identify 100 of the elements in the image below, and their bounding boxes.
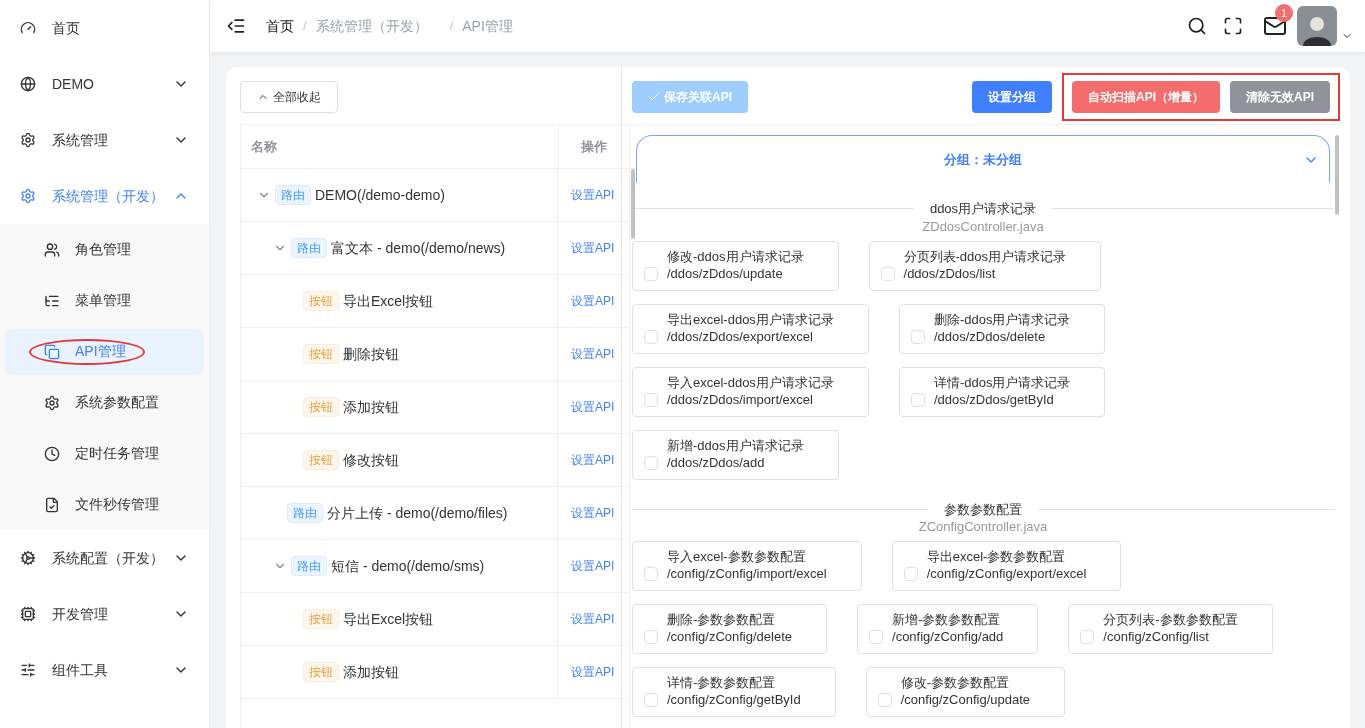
menu-icon[interactable]	[226, 16, 246, 36]
check-icon	[648, 91, 660, 103]
sliders-icon	[20, 662, 36, 678]
api-option[interactable]: 修改-ddos用户请求记录 /ddos/zDdos/update	[632, 240, 839, 291]
collapse-all-button[interactable]: 全部收起	[240, 81, 338, 113]
api-option[interactable]: 导出excel-ddos用户请求记录 /ddos/zDdos/export/excel	[632, 303, 869, 354]
tree-node-label[interactable]: 短信 - demo(/demo/sms)	[331, 555, 485, 577]
sidebar-item[interactable]: 系统管理	[0, 112, 209, 168]
avatar[interactable]	[1297, 6, 1337, 46]
checkbox[interactable]	[1080, 630, 1095, 644]
tree-node-label[interactable]: 导出Excel按钮	[343, 608, 434, 630]
sidebar-item[interactable]: 系统配置（开发）	[0, 530, 209, 586]
checkbox[interactable]	[644, 455, 658, 470]
tree-node-label[interactable]: 分片上传 - demo(/demo/files)	[327, 502, 508, 524]
sidebar-item[interactable]: 角色管理	[5, 226, 204, 273]
search-icon[interactable]	[1187, 16, 1207, 36]
tree-node-label[interactable]: 添加按钮	[343, 396, 399, 418]
sidebar-item[interactable]: DEMO	[0, 56, 209, 112]
api-path: /ddos/zDdos/import/excel	[667, 390, 814, 408]
file-check-icon	[44, 496, 60, 513]
sidebar-item[interactable]: 系统管理（开发）	[0, 168, 209, 224]
api-option[interactable]: 导入excel-参数参数配置 /config/zConfig/import/excel	[632, 541, 862, 591]
tree-node-label[interactable]: 删除按钮	[343, 343, 399, 365]
api-name: 新增-ddos用户请求记录	[667, 436, 804, 454]
api-path: /config/zConfig/export/excel	[926, 565, 1087, 582]
dashboard-icon	[20, 20, 36, 36]
api-path: /ddos/zDdos/update	[667, 264, 784, 282]
api-name: 新增-参数参数配置	[892, 611, 1002, 628]
set-api-link[interactable]: 设置API	[571, 292, 615, 310]
settings-icon	[44, 394, 60, 411]
api-option[interactable]: 分页列表-ddos用户请求记录 /ddos/zDdos/list	[868, 240, 1102, 291]
api-path: /ddos/zDdos/delete	[933, 327, 1047, 345]
sidebar-item[interactable]: 文件秒传管理	[5, 481, 204, 528]
api-option[interactable]: 导入excel-ddos用户请求记录 /ddos/zDdos/import/excel	[632, 366, 869, 417]
type-tag: 按钮	[303, 450, 339, 470]
api-option[interactable]: 详情-ddos用户请求记录 /ddos/zDdos/getById	[898, 366, 1106, 417]
tree-node-label[interactable]: 富文本 - demo(/demo/news)	[331, 237, 506, 259]
checkbox[interactable]	[644, 693, 658, 707]
type-tag: 按钮	[303, 609, 339, 629]
sidebar-item[interactable]: 系统参数配置	[5, 379, 204, 426]
tree-node-label[interactable]: 添加按钮	[343, 661, 399, 683]
action-button[interactable]: 设置分组	[971, 81, 1052, 113]
breadcrumb-separator: /	[303, 17, 307, 36]
checkbox[interactable]	[644, 392, 658, 407]
column-header: 操作	[559, 125, 630, 168]
set-api-link[interactable]: 设置API	[571, 451, 615, 469]
fullscreen-icon[interactable]	[1223, 16, 1243, 36]
copy-icon	[44, 343, 60, 360]
sidebar-item[interactable]: 组件工具	[0, 642, 209, 698]
tree-node-label[interactable]: 导出Excel按钮	[343, 290, 434, 312]
chip-icon	[20, 606, 36, 622]
checkbox[interactable]	[910, 392, 925, 407]
api-option[interactable]: 删除-ddos用户请求记录 /ddos/zDdos/delete	[898, 303, 1106, 354]
breadcrumb-item[interactable]: 首页	[266, 15, 294, 37]
api-option[interactable]: 导出excel-参数参数配置 /config/zConfig/export/excel	[891, 541, 1122, 591]
api-option[interactable]: 新增-参数参数配置 /config/zConfig/add	[857, 604, 1039, 654]
checkbox[interactable]	[644, 266, 658, 281]
set-api-link[interactable]: 设置API	[571, 345, 615, 363]
checkbox[interactable]	[869, 630, 884, 644]
group-panel-header[interactable]: 分组：未分组	[636, 135, 1330, 183]
clock-icon	[44, 445, 60, 462]
group-title: 分组：未分组	[944, 150, 1022, 169]
api-name: 导入excel-参数参数配置	[667, 548, 807, 565]
api-path: /config/zConfig/import/excel	[667, 565, 827, 582]
set-api-link[interactable]: 设置API	[571, 186, 615, 204]
api-option[interactable]: 详情-参数参数配置 /config/zConfig/getById	[632, 667, 836, 717]
tree-node-label[interactable]: 修改按钮	[343, 449, 399, 471]
api-path: /ddos/zDdos/getById	[933, 390, 1055, 408]
sidebar-item[interactable]: 首页	[0, 0, 209, 56]
api-option[interactable]: 分页列表-参数参数配置 /config/zConfig/list	[1068, 604, 1273, 654]
type-tag: 按钮	[303, 662, 339, 682]
sidebar-item[interactable]: 定时任务管理	[5, 430, 204, 477]
set-api-link[interactable]: 设置API	[571, 663, 615, 681]
scrollbar-thumb[interactable]	[1335, 135, 1339, 215]
tree-node-label[interactable]: DEMO(/demo-demo)	[315, 184, 445, 206]
checkbox[interactable]	[880, 266, 895, 281]
set-api-link[interactable]: 设置API	[571, 610, 615, 628]
api-option[interactable]: 修改-参数参数配置 /config/zConfig/update	[865, 667, 1066, 717]
checkbox[interactable]	[644, 567, 658, 581]
type-tag: 按钮	[303, 397, 339, 417]
api-path: /config/zConfig/add	[892, 628, 1004, 645]
api-option[interactable]: 新增-ddos用户请求记录 /ddos/zDdos/add	[632, 429, 839, 480]
checkbox[interactable]	[910, 329, 925, 344]
api-option[interactable]: 删除-参数参数配置 /config/zConfig/delete	[632, 604, 828, 654]
checkbox[interactable]	[877, 693, 892, 707]
sidebar-item[interactable]: 开发管理	[0, 586, 209, 642]
set-api-link[interactable]: 设置API	[571, 504, 615, 522]
set-api-link[interactable]: 设置API	[571, 398, 615, 416]
api-name: 详情-参数参数配置	[667, 674, 777, 691]
checkbox[interactable]	[644, 630, 658, 644]
checkbox[interactable]	[644, 329, 658, 344]
section-title: 参数参数配置	[943, 500, 1023, 519]
set-api-link[interactable]: 设置API	[571, 557, 615, 575]
settings-icon	[20, 132, 36, 148]
set-api-link[interactable]: 设置API	[571, 239, 615, 257]
checkbox[interactable]	[903, 567, 918, 581]
type-tag: 路由	[287, 503, 323, 523]
scrollbar-thumb[interactable]	[631, 169, 635, 239]
sidebar-item[interactable]: 菜单管理	[5, 277, 204, 324]
settings-icon	[20, 188, 36, 204]
